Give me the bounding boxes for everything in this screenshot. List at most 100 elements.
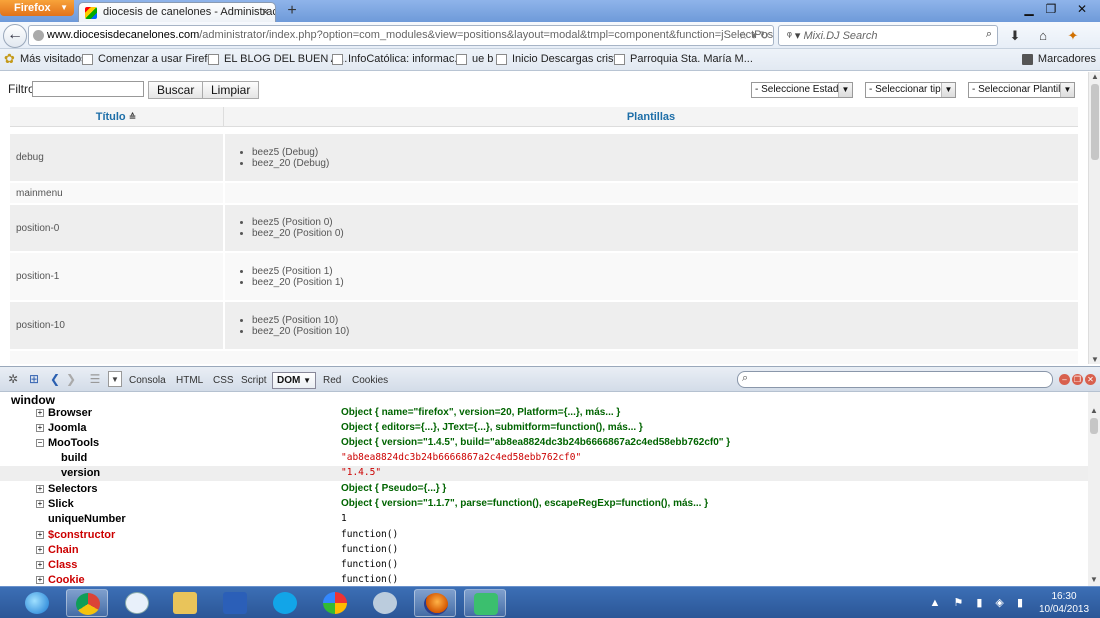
picasa-taskbar-button[interactable] — [314, 589, 356, 617]
dom-row[interactable]: + $constructor function() — [0, 528, 1088, 543]
scroll-down-icon[interactable]: ▼ — [1090, 575, 1098, 584]
skype-icon — [273, 592, 297, 614]
chevron-down-icon[interactable]: ▼ — [108, 371, 122, 387]
bookmark-item[interactable]: ue b — [456, 53, 493, 65]
close-tab-icon[interactable]: ✕ — [261, 6, 270, 19]
bookmark-star-icon[interactable]: ☆ ▾ ↻ — [738, 29, 769, 42]
dom-row[interactable]: − MooTools Object { version="1.4.5", bui… — [0, 436, 1088, 451]
dom-row[interactable]: version "1.4.5" — [0, 466, 1088, 481]
template-select[interactable]: - Seleccionar Plantilla - ▼ — [968, 82, 1075, 98]
page-scrollbar[interactable]: ▲ ▼ — [1088, 72, 1100, 364]
dom-row[interactable]: + Selectors Object { Pseudo={...} } — [0, 482, 1088, 497]
browser-tab[interactable]: diocesis de canelones - Administración ✕ — [78, 2, 276, 22]
bookmarks-menu[interactable]: Marcadores — [1021, 53, 1096, 65]
bookmark-item[interactable]: Inicio Descargas cristo — [496, 53, 623, 65]
url-bar[interactable]: www.diocesisdecanelones.com/administrato… — [28, 25, 774, 46]
dom-row[interactable]: build "ab8ea8824dc3b24b6666867a2c4ed58eb… — [0, 451, 1088, 466]
tab-cookies[interactable]: Cookies — [352, 375, 388, 386]
firebug-search-input[interactable]: ⌕ — [737, 371, 1053, 388]
picasa-icon — [323, 592, 347, 614]
forward-arrow-icon[interactable]: ❯ — [64, 371, 78, 387]
dom-panel-scrollbar[interactable]: ▲ ▼ — [1088, 392, 1100, 586]
folder-icon — [173, 592, 197, 614]
menu-icon[interactable]: ☰ — [86, 371, 104, 387]
expand-icon[interactable]: + — [36, 561, 44, 569]
back-arrow-icon[interactable]: ❮ — [48, 371, 62, 387]
word-taskbar-button[interactable] — [214, 589, 256, 617]
talk-taskbar-button[interactable] — [116, 589, 158, 617]
tab-consola[interactable]: Consola — [129, 375, 166, 386]
expand-icon[interactable]: + — [36, 546, 44, 554]
system-tray-icons[interactable]: ▲ ⚑ ▮ ◈ ▮ — [929, 596, 1028, 609]
expand-icon[interactable]: + — [36, 485, 44, 493]
expand-icon[interactable]: + — [36, 500, 44, 508]
state-select[interactable]: - Seleccione Estado - ▼ — [751, 82, 853, 98]
scroll-up-icon[interactable]: ▲ — [1090, 406, 1098, 415]
firefox-taskbar-button[interactable] — [414, 589, 456, 617]
back-button[interactable]: ← — [3, 24, 27, 48]
expand-icon[interactable]: + — [36, 576, 44, 584]
search-engine-icon[interactable]: ᵠ ▾ — [787, 30, 800, 42]
expand-icon[interactable]: + — [36, 409, 44, 417]
position-link[interactable]: position-0 — [10, 205, 222, 251]
dom-row[interactable]: + Chain function() — [0, 543, 1088, 558]
dom-value: Object { editors={...}, JText={...}, sub… — [341, 422, 643, 433]
tab-css[interactable]: CSS — [213, 375, 234, 386]
scroll-up-icon[interactable]: ▲ — [1091, 72, 1099, 81]
dom-row[interactable]: uniqueNumber 1 — [0, 512, 1088, 527]
home-icon[interactable]: ⌂ — [1034, 28, 1052, 44]
firefox-menu-button[interactable]: Firefox ▼ — [0, 0, 74, 16]
close-window-icon[interactable]: ✕ — [1066, 2, 1098, 18]
dom-row[interactable]: + Cookie function() — [0, 573, 1088, 586]
tab-red[interactable]: Red — [323, 375, 341, 386]
title-column-header[interactable]: Título ≙ — [10, 111, 222, 123]
dom-key: Joomla — [48, 422, 87, 434]
type-select[interactable]: - Seleccionar tipo - ▼ — [865, 82, 956, 98]
tab-html[interactable]: HTML — [176, 375, 203, 386]
search-bar[interactable]: ᵠ ▾ Mixi.DJ Search ⌕ — [778, 25, 998, 46]
detach-icon[interactable]: ❐ — [1072, 374, 1083, 385]
scroll-thumb[interactable] — [1091, 84, 1099, 160]
position-link[interactable]: position-1 — [10, 253, 222, 300]
app-taskbar-button[interactable] — [364, 589, 406, 617]
expand-icon[interactable]: + — [36, 424, 44, 432]
tab-dom[interactable]: DOM ▼ — [272, 372, 316, 389]
dom-row[interactable]: + Joomla Object { editors={...}, JText={… — [0, 421, 1088, 436]
bookmark-item[interactable]: InfoCatólica: informac... — [332, 53, 464, 65]
addon-icon[interactable]: ✦ — [1064, 28, 1082, 44]
bookmark-item[interactable]: ✿ Más visitados — [4, 51, 87, 66]
chrome-taskbar-button[interactable] — [66, 589, 108, 617]
dom-row[interactable]: + Class function() — [0, 558, 1088, 573]
inspect-icon[interactable]: ⊞ — [24, 371, 44, 387]
title-bar: Firefox ▼ diocesis de canelones - Admini… — [0, 0, 1100, 22]
scroll-thumb[interactable] — [1090, 418, 1098, 434]
scroll-down-icon[interactable]: ▼ — [1091, 355, 1099, 364]
skype-taskbar-button[interactable] — [264, 589, 306, 617]
position-link[interactable]: debug — [10, 134, 222, 181]
bookmark-item[interactable]: Parroquia Sta. María M... — [614, 53, 753, 65]
dom-row[interactable]: + Slick Object { version="1.1.7", parse=… — [0, 497, 1088, 512]
new-tab-button[interactable]: + — [282, 3, 302, 20]
dom-row[interactable]: + Browser Object { name="firefox", versi… — [0, 406, 1088, 421]
tab-script[interactable]: Script — [241, 375, 267, 386]
position-link[interactable]: position-10 — [10, 302, 222, 349]
download-icon[interactable]: ⬇ — [1006, 28, 1024, 44]
search-icon[interactable]: ⌕ — [986, 28, 992, 41]
bookmark-item[interactable]: EL BLOG DEL BUEN A... — [208, 53, 347, 65]
ie-taskbar-button[interactable] — [16, 589, 58, 617]
restore-icon[interactable]: ❐ — [1040, 2, 1062, 18]
minimize-icon[interactable]: ▁ — [1018, 2, 1040, 18]
filter-input[interactable] — [32, 81, 144, 97]
close-icon[interactable]: ✕ — [1085, 374, 1096, 385]
collapse-icon[interactable]: − — [36, 439, 44, 447]
clear-button[interactable]: Limpiar — [202, 81, 260, 99]
expand-icon[interactable]: + — [36, 531, 44, 539]
position-link[interactable]: mainmenu — [10, 183, 222, 203]
bookmark-item[interactable]: Comenzar a usar Firefox — [82, 53, 219, 65]
bs-taskbar-button[interactable] — [464, 589, 506, 617]
explorer-taskbar-button[interactable] — [164, 589, 206, 617]
search-button[interactable]: Buscar — [148, 81, 204, 99]
firebug-icon[interactable]: ✲ — [4, 371, 22, 387]
minimize-icon[interactable]: – — [1059, 374, 1070, 385]
clock[interactable]: 16:30 10/04/2013 — [1034, 590, 1094, 616]
